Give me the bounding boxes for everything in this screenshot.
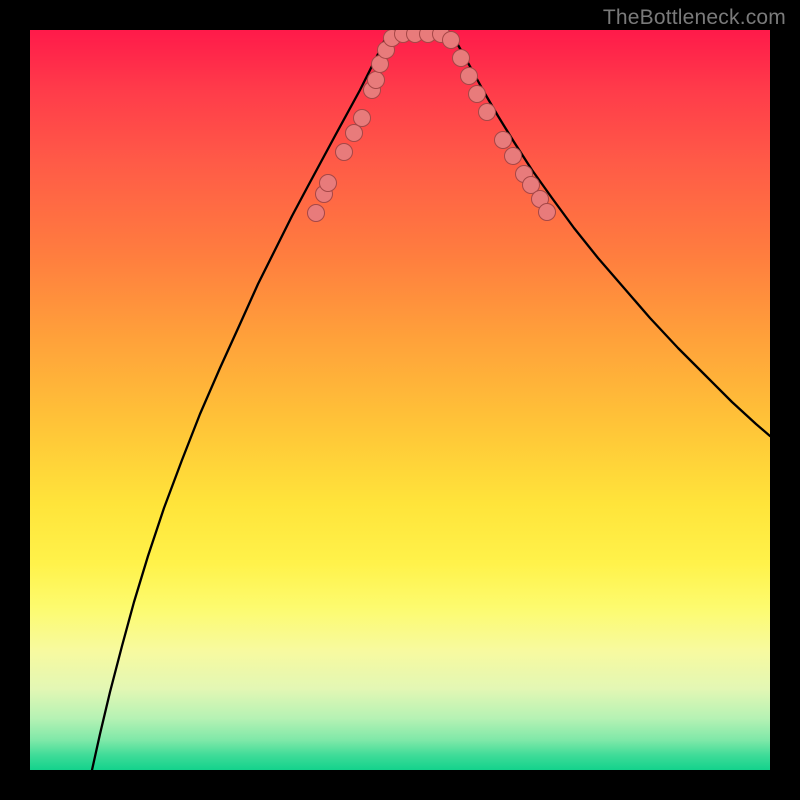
- marker-point: [453, 50, 470, 67]
- marker-point: [469, 86, 486, 103]
- chart-stage: TheBottleneck.com: [0, 0, 800, 800]
- curve-svg: [30, 30, 770, 770]
- marker-point: [346, 125, 363, 142]
- marker-point: [443, 32, 460, 49]
- marker-point: [368, 72, 385, 89]
- scatter-points: [308, 30, 556, 222]
- marker-point: [505, 148, 522, 165]
- marker-point: [461, 68, 478, 85]
- plot-area: [30, 30, 770, 770]
- marker-point: [539, 204, 556, 221]
- marker-point: [495, 132, 512, 149]
- marker-point: [354, 110, 371, 127]
- marker-point: [320, 175, 337, 192]
- series-right-branch: [448, 31, 770, 436]
- series-left-branch: [92, 31, 390, 770]
- marker-point: [336, 144, 353, 161]
- curve-paths: [92, 30, 770, 770]
- marker-point: [479, 104, 496, 121]
- marker-point: [308, 205, 325, 222]
- watermark-text: TheBottleneck.com: [603, 6, 786, 30]
